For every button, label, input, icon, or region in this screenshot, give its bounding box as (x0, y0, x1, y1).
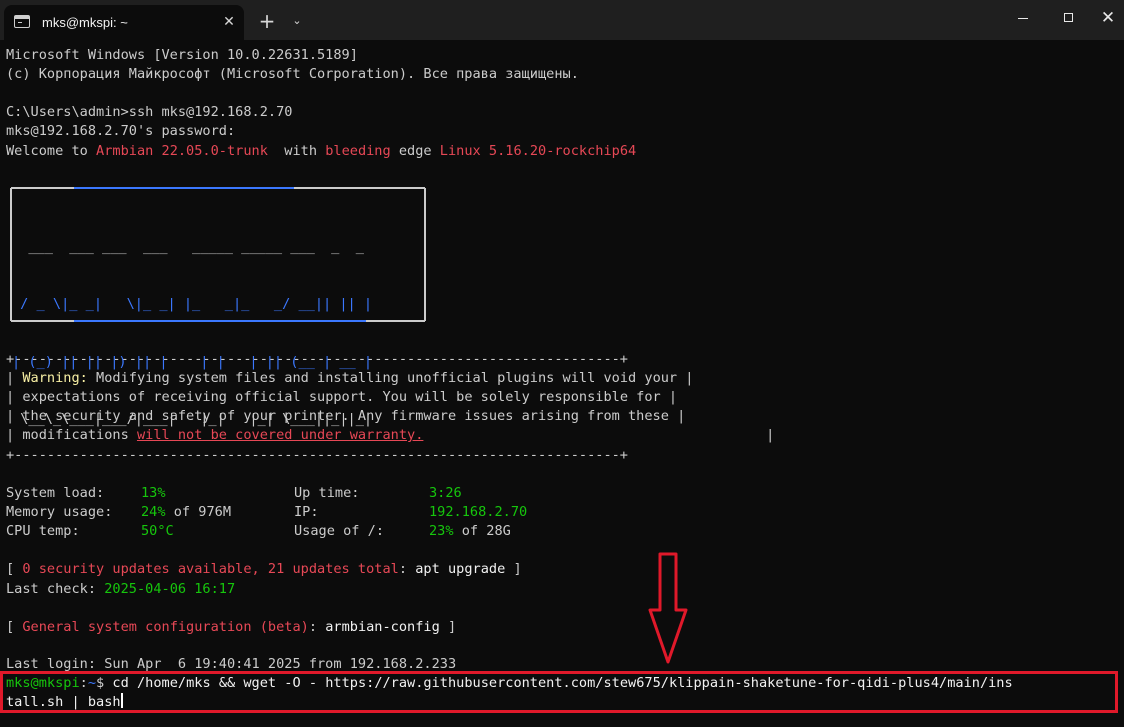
border-pipe: | (677, 370, 694, 387)
close-tab-icon[interactable]: ✕ (220, 13, 238, 31)
welcome-text: Welcome to (6, 142, 97, 159)
logo-row: ___ ___ ___ ___ _____ _____ ___ _ _ (12, 239, 373, 256)
uptime-value: 3:26 (429, 485, 462, 501)
tab-title: mks@mkspi: ~ (42, 15, 128, 30)
config-line: [ General system configuration (beta): a… (6, 618, 456, 637)
memory-usage-value: 24% (141, 504, 166, 521)
arrow-down-icon (648, 552, 688, 664)
minimize-button[interactable] (1000, 0, 1046, 36)
border-pipe: | (668, 408, 686, 425)
update-command: apt upgrade (415, 561, 506, 578)
output-line: C:\Users\admin>ssh mks@192.168.2.70 (6, 104, 293, 121)
config-status: General system configuration (beta) (22, 618, 309, 635)
updates-line: [ 0 security updates available, 21 updat… (6, 560, 522, 579)
welcome-text: edge (390, 142, 440, 159)
cpu-temp-value: 50°C (141, 523, 174, 540)
terminal-icon (14, 15, 30, 28)
updates-status: 0 security updates available, 21 updates… (22, 561, 399, 578)
config-command: armbian-config (325, 618, 440, 635)
logo-row: | (_) || || |) || | | | | || (__ | __ | (12, 353, 373, 370)
border-pipe: | (660, 389, 678, 406)
stat-label: Up time: (294, 485, 360, 501)
bracket: [ (6, 618, 23, 635)
stat-label: CPU temp: (6, 523, 80, 540)
output-line: Microsoft Windows [Version 10.0.22631.51… (6, 47, 358, 63)
new-tab-button[interactable]: + (254, 8, 280, 34)
qidi-tech-logo: ___ ___ ___ ___ _____ _____ ___ _ _ / _ … (10, 187, 426, 427)
welcome-text: with (267, 142, 326, 159)
output-line: mks@192.168.2.70's password: (6, 123, 236, 140)
command-highlight-box (0, 671, 1118, 713)
stat-label: Memory usage: (6, 504, 113, 521)
disk-total: of 28G (453, 523, 511, 540)
separator: : (308, 618, 326, 635)
stat-label: Usage of /: (294, 523, 385, 540)
output-line: (c) Корпорация Майкрософт (Microsoft Cor… (6, 66, 579, 83)
disk-usage: 23% of 28G (429, 522, 511, 541)
bracket: ] (505, 561, 522, 578)
border-pipe: | (758, 427, 775, 444)
welcome-line: Welcome to Armbian 22.05.0-trunk with bl… (6, 142, 636, 161)
last-check-label: Last check: (6, 580, 105, 597)
memory-usage: 24% of 976M (141, 503, 231, 522)
stat-label: System load: (6, 485, 105, 501)
last-check-line: Last check: 2025-04-06 16:17 (6, 580, 235, 599)
system-load-value: 13% (141, 485, 166, 501)
distro-name: Armbian 22.05.0-trunk (96, 142, 268, 159)
branch-name: bleeding (325, 142, 391, 159)
tab-terminal[interactable]: mks@mkspi: ~ ✕ (4, 5, 244, 40)
disk-usage-value: 23% (429, 523, 454, 540)
memory-total: of 976M (165, 504, 232, 521)
kernel-version: Linux 5.16.20-rockchip64 (439, 142, 637, 159)
separator: : (398, 561, 416, 578)
stat-label: IP: (294, 504, 319, 521)
last-check-value: 2025-04-06 16:17 (104, 580, 236, 597)
bracket: ] (439, 618, 457, 635)
logo-row: \__\_\___|___/|___| |_| |_| \___||_||_| (12, 411, 373, 428)
title-bar: mks@mkspi: ~ ✕ + ⌄ ✕ (0, 0, 1124, 40)
chevron-down-icon[interactable]: ⌄ (284, 8, 310, 34)
bracket: [ (6, 561, 23, 578)
ip-value: 192.168.2.70 (429, 504, 528, 521)
logo-row: / _ \|_ _| \|_ _| |_ _|_ _/ __|| || | (12, 296, 373, 313)
maximize-button[interactable] (1046, 0, 1092, 36)
close-window-button[interactable]: ✕ (1092, 0, 1124, 36)
logo-ascii: ___ ___ ___ ___ _____ _____ ___ _ _ / _ … (12, 200, 372, 467)
